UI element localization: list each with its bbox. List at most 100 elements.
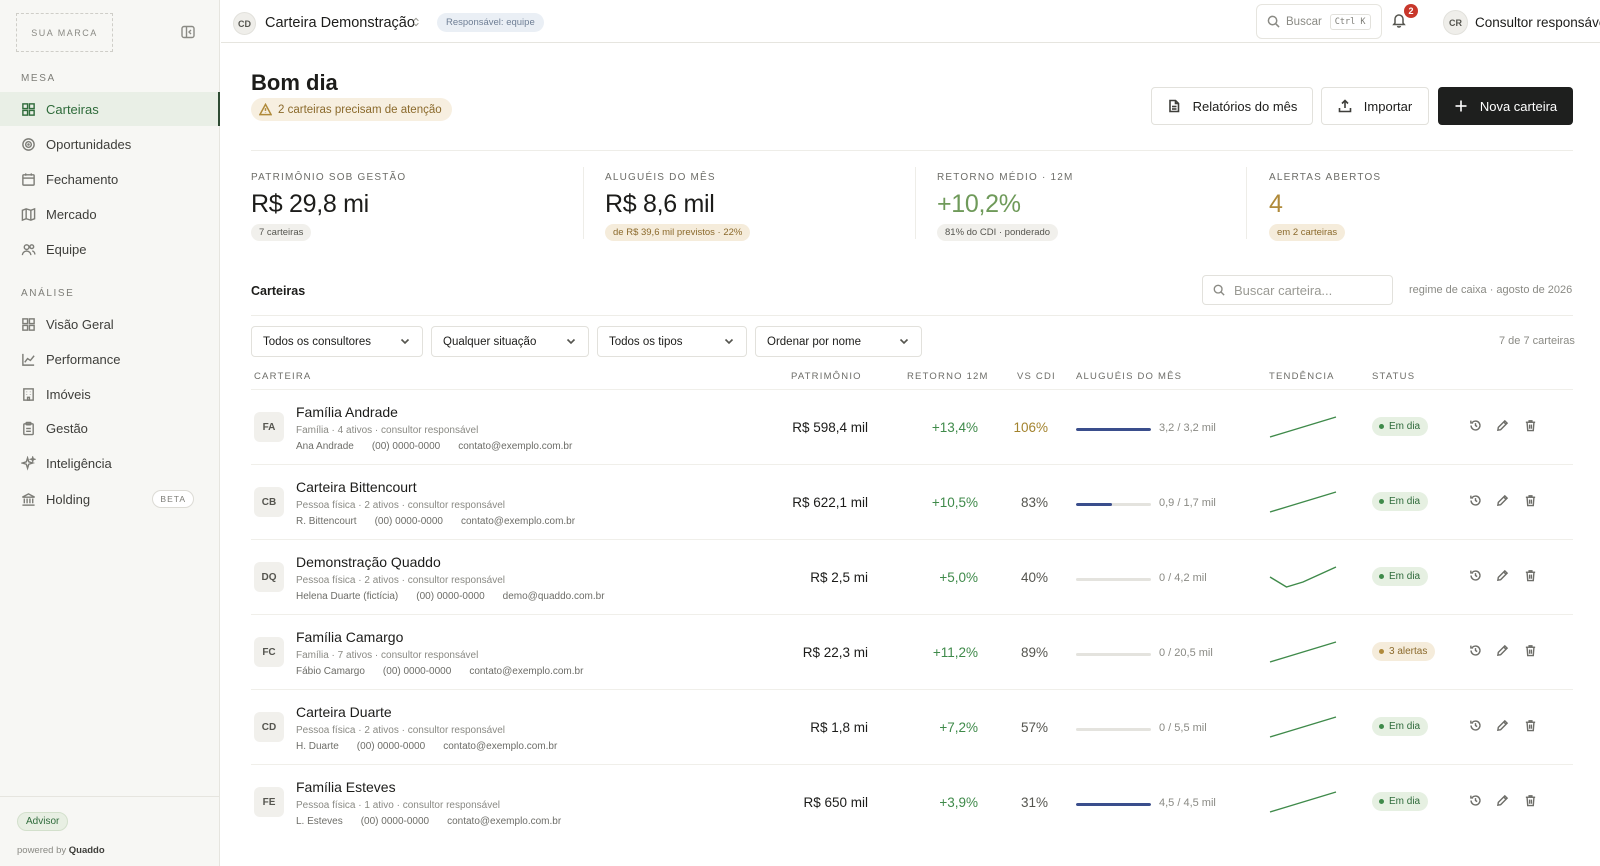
sort-select-value: Ordenar por nome: [767, 335, 861, 348]
status-text: Em dia: [1389, 571, 1421, 582]
new-wallet-button-label: Nova carteira: [1479, 98, 1558, 114]
trash-icon[interactable]: [1524, 569, 1538, 583]
table-row[interactable]: CB Carteira Bittencourt Pessoa física · 2 …: [251, 464, 1573, 540]
global-search[interactable]: Buscar Ctrl K: [1256, 4, 1382, 39]
kpi-value: 4: [1269, 190, 1283, 218]
workspace-name[interactable]: Carteira Demonstração: [265, 15, 415, 31]
sidebar-item-mercado[interactable]: Mercado: [0, 197, 220, 231]
sidebar-item-fechamento[interactable]: Fechamento: [0, 162, 220, 196]
wallet-vs-cdi: 57%: [1020, 720, 1048, 735]
trash-icon[interactable]: [1524, 644, 1538, 658]
edit-icon[interactable]: [1496, 494, 1510, 508]
column-header-patrimonio[interactable]: PATRIMÔNIO: [791, 371, 862, 382]
wallet-search-input[interactable]: [1234, 282, 1384, 298]
contact-phone: (00) 0000-0000: [382, 666, 452, 677]
type-filter[interactable]: Todos os tipos: [597, 326, 747, 357]
trash-icon[interactable]: [1524, 419, 1538, 433]
trash-icon[interactable]: [1524, 794, 1538, 808]
kpi-sub: em 2 carteiras: [1269, 224, 1346, 241]
history-icon[interactable]: [1469, 644, 1483, 658]
sidebar-item-equipe[interactable]: Equipe: [0, 232, 220, 266]
brand-logo[interactable]: SUA MARCA: [16, 13, 113, 52]
edit-icon[interactable]: [1496, 644, 1510, 658]
edit-icon[interactable]: [1496, 719, 1510, 733]
contact-phone: (00) 0000-0000: [374, 516, 443, 527]
wallet-name[interactable]: Demonstração Quaddo: [296, 554, 441, 570]
kpi-label: PATRIMÔNIO SOB GESTÃO: [251, 172, 407, 183]
contact-email[interactable]: contato@exemplo.com.br: [458, 441, 572, 452]
edit-icon[interactable]: [1496, 419, 1510, 433]
trend-sparkline: [1269, 416, 1337, 438]
contact-email[interactable]: contato@exemplo.com.br: [447, 816, 561, 827]
user-name[interactable]: Consultor responsável: [1475, 15, 1600, 30]
consultant-filter[interactable]: Todos os consultores: [251, 326, 423, 357]
history-icon[interactable]: [1469, 419, 1483, 433]
wallet-name[interactable]: Família Camargo: [296, 629, 403, 645]
contact-email[interactable]: contato@exemplo.com.br: [469, 666, 583, 677]
sidebar-item-label: Performance: [46, 351, 121, 367]
sidebar-item-gestao[interactable]: Gestão: [0, 411, 220, 445]
kpi-sub: 7 carteiras: [251, 224, 312, 241]
workspace-avatar[interactable]: CD: [233, 12, 256, 35]
wallet-name[interactable]: Família Esteves: [296, 779, 396, 795]
kpi-value: R$ 8,6 mil: [605, 190, 715, 218]
column-header-cdi[interactable]: VS CDI: [1017, 371, 1056, 382]
sidebar-item-label: Inteligência: [46, 455, 112, 471]
sidebar-item-inteligencia[interactable]: Inteligência: [0, 446, 220, 480]
table-row[interactable]: CD Carteira Duarte Pessoa física · 2 ativo…: [251, 689, 1573, 765]
history-icon[interactable]: [1469, 794, 1483, 808]
new-wallet-button[interactable]: Nova carteira: [1438, 87, 1573, 125]
wallet-contact: H. Duarte (00) 0000-0000 contato@exemplo.c…: [296, 741, 575, 752]
history-icon[interactable]: [1469, 719, 1483, 733]
column-header-status[interactable]: STATUS: [1372, 371, 1415, 382]
wallet-meta: Pessoa física · 2 ativos · consultor res…: [296, 575, 505, 586]
table-row[interactable]: DQ Demonstração Quaddo Pessoa física · 2 a…: [251, 539, 1573, 615]
column-header-carteira[interactable]: CARTEIRA: [254, 371, 311, 382]
wallet-initials: CB: [254, 487, 284, 517]
wallet-patrimonio: R$ 622,1 mil: [792, 495, 868, 510]
chevron-down-icon: [724, 336, 734, 346]
trend-sparkline: [1269, 791, 1337, 813]
chevron-updown-icon[interactable]: [412, 17, 420, 30]
column-header-alugueis[interactable]: ALUGUÉIS DO MÊS: [1076, 371, 1182, 382]
history-icon[interactable]: [1469, 569, 1483, 583]
contact-email[interactable]: contato@exemplo.com.br: [461, 516, 575, 527]
table-row[interactable]: FA Família Andrade Família · 4 ativos · co…: [251, 389, 1573, 465]
sidebar-item-imoveis[interactable]: Imóveis: [0, 377, 220, 411]
sidebar-item-holding[interactable]: Holding BETA: [0, 482, 220, 516]
user-avatar[interactable]: CR: [1443, 10, 1468, 35]
wallet-search[interactable]: [1202, 275, 1393, 305]
wallet-name[interactable]: Carteira Duarte: [296, 704, 392, 720]
history-icon[interactable]: [1469, 494, 1483, 508]
column-header-retorno[interactable]: RETORNO 12M: [907, 371, 989, 382]
sidebar-item-carteiras[interactable]: Carteiras: [0, 92, 220, 126]
table-row[interactable]: FE Família Esteves Pessoa física · 1 ativo…: [251, 764, 1573, 840]
edit-icon[interactable]: [1496, 794, 1510, 808]
attention-alert[interactable]: 2 carteiras precisam de atenção: [251, 98, 452, 121]
wallet-name[interactable]: Família Andrade: [296, 404, 398, 420]
edit-icon[interactable]: [1496, 569, 1510, 583]
collapse-sidebar-icon[interactable]: [180, 24, 196, 40]
status-text: Em dia: [1389, 796, 1421, 807]
wallet-name[interactable]: Carteira Bittencourt: [296, 479, 417, 495]
divider: [1246, 167, 1247, 239]
column-header-tendencia[interactable]: TENDÊNCIA: [1269, 371, 1335, 382]
sidebar-item-oportunidades[interactable]: Oportunidades: [0, 127, 220, 161]
rent-progress-bar: [1076, 578, 1151, 581]
sidebar-item-performance[interactable]: Performance: [0, 342, 220, 376]
contact-email[interactable]: demo@quaddo.com.br: [503, 591, 605, 602]
wallet-contact: R. Bittencourt (00) 0000-0000 contato@exem…: [296, 516, 593, 527]
sidebar-item-visao-geral[interactable]: Visão Geral: [0, 307, 220, 341]
trend-line: [1269, 566, 1337, 588]
contact-email[interactable]: contato@exemplo.com.br: [443, 741, 557, 752]
kpi-retorno: RETORNO MÉDIO · 12M +10,2% 81% do CDI · …: [937, 172, 1074, 264]
wallet-initials: DQ: [254, 562, 284, 592]
import-button[interactable]: Importar: [1321, 87, 1429, 125]
sort-select[interactable]: Ordenar por nome: [755, 326, 922, 357]
status-text: Em dia: [1389, 721, 1421, 732]
status-filter[interactable]: Qualquer situação: [431, 326, 589, 357]
trash-icon[interactable]: [1524, 719, 1538, 733]
reports-button[interactable]: Relatórios do mês: [1151, 87, 1313, 125]
trash-icon[interactable]: [1524, 494, 1538, 508]
table-row[interactable]: FC Família Camargo Família · 7 ativos · co…: [251, 614, 1573, 690]
